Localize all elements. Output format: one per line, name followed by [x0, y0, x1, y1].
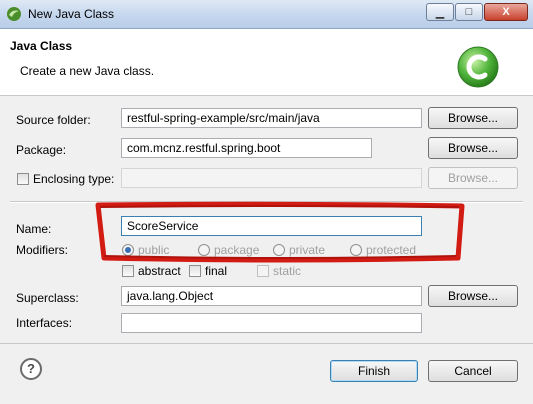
radio-public[interactable] [122, 244, 134, 256]
eclipse-icon [7, 7, 21, 21]
page-description: Create a new Java class. [20, 64, 155, 78]
separator [10, 201, 523, 203]
name-input[interactable]: ScoreService [121, 216, 422, 236]
name-label: Name: [16, 222, 52, 236]
final-checkbox[interactable] [189, 265, 201, 277]
browse-source-folder-button[interactable]: Browse... [428, 107, 518, 129]
enclosing-type-input [121, 168, 422, 188]
radio-public-label: public [138, 243, 170, 257]
finish-button[interactable]: Finish [330, 360, 418, 382]
wizard-header: Java Class Create a new Java class. [0, 29, 533, 96]
interfaces-list[interactable] [121, 313, 422, 333]
radio-package-label: package [214, 243, 260, 257]
window-title: New Java Class [28, 7, 115, 21]
page-title: Java Class [10, 39, 73, 53]
footer-divider [0, 343, 533, 344]
superclass-input[interactable]: java.lang.Object [121, 286, 422, 306]
minimize-button[interactable]: ▁ [426, 3, 454, 21]
radio-private[interactable] [273, 244, 285, 256]
radio-protected[interactable] [350, 244, 362, 256]
close-button[interactable]: X [484, 3, 528, 21]
browse-superclass-button[interactable]: Browse... [428, 285, 518, 307]
static-label: static [273, 264, 302, 278]
superclass-label: Superclass: [16, 291, 79, 305]
cancel-button[interactable]: Cancel [428, 360, 518, 382]
radio-package[interactable] [198, 244, 210, 256]
package-label: Package: [16, 143, 67, 157]
browse-package-button[interactable]: Browse... [428, 137, 518, 159]
final-label: final [205, 264, 228, 278]
browse-enclosing-type-button: Browse... [428, 167, 518, 189]
modifiers-label: Modifiers: [16, 243, 69, 257]
interfaces-label: Interfaces: [16, 316, 73, 330]
source-folder-label: Source folder: [16, 113, 91, 127]
abstract-checkbox[interactable] [122, 265, 134, 277]
abstract-label: abstract [138, 264, 181, 278]
class-wizard-icon [457, 46, 499, 88]
enclosing-type-label: Enclosing type: [33, 172, 115, 186]
radio-protected-label: protected [366, 243, 417, 257]
package-input[interactable]: com.mcnz.restful.spring.boot [121, 138, 372, 158]
source-folder-input[interactable]: restful-spring-example/src/main/java [121, 108, 422, 128]
radio-private-label: private [289, 243, 326, 257]
maximize-button[interactable]: □ [455, 3, 483, 21]
help-icon[interactable]: ? [20, 358, 42, 380]
static-checkbox [257, 265, 269, 277]
title-bar: New Java Class ▁ □ X [0, 0, 533, 29]
enclosing-type-checkbox[interactable] [17, 173, 29, 185]
